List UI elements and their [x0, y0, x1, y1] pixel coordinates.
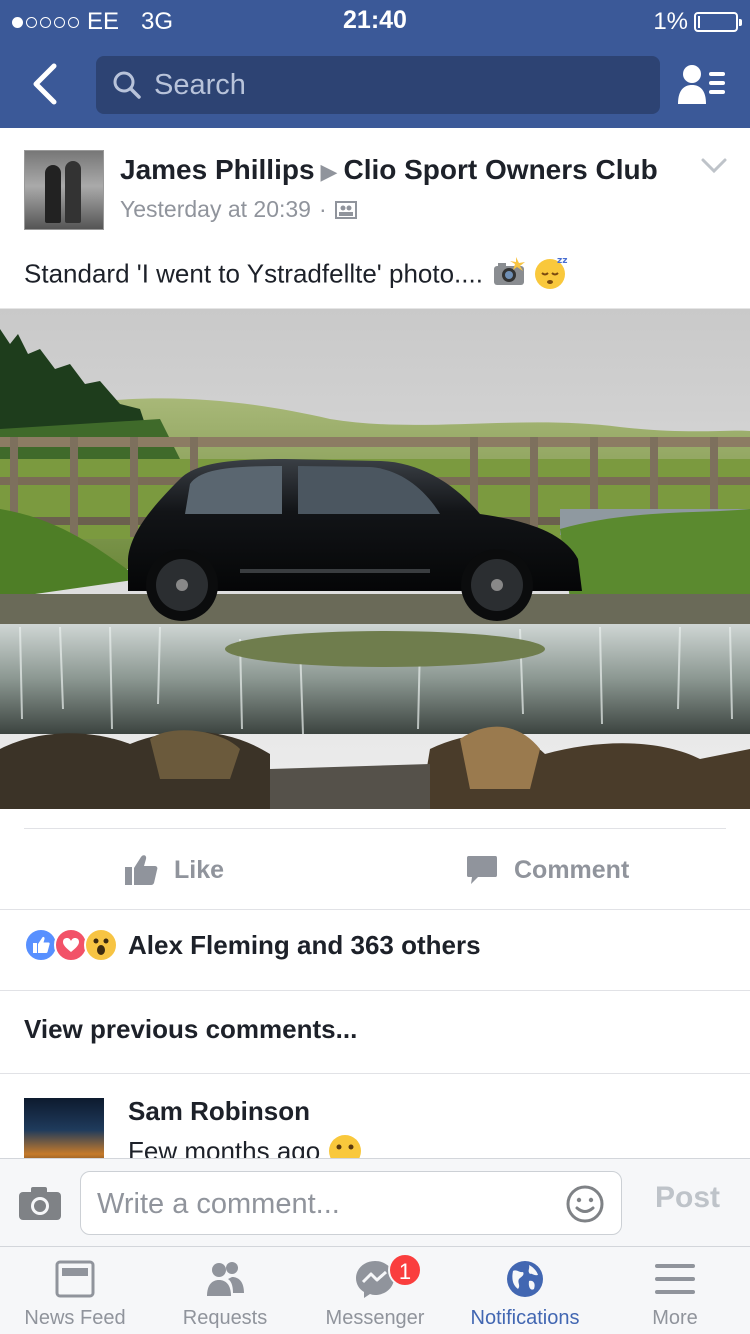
- like-label: Like: [174, 855, 225, 884]
- post-timestamp[interactable]: Yesterday at 20:39: [120, 196, 311, 223]
- search-bar[interactable]: [96, 56, 660, 114]
- sticker-button[interactable]: [565, 1184, 605, 1224]
- love-reaction-icon: [54, 928, 88, 962]
- car-at-waterfall-image: [0, 309, 750, 809]
- commenter-name[interactable]: Sam Robinson: [128, 1096, 310, 1127]
- friend-requests-icon: [678, 65, 725, 104]
- post-options-button[interactable]: [700, 156, 728, 176]
- top-bar: EE 3G 21:40 1%: [0, 0, 750, 128]
- reaction-names[interactable]: Alex Fleming and 363 others: [128, 930, 481, 961]
- tab-news-feed[interactable]: News Feed: [0, 1247, 150, 1334]
- author-avatar[interactable]: [24, 150, 104, 230]
- speech-bubble-icon: [467, 856, 497, 884]
- status-time: 21:40: [343, 6, 407, 34]
- post-header: James Phillips ▶ Clio Sport Owners Club Ye…: [0, 128, 750, 308]
- globe-icon: [507, 1261, 543, 1297]
- like-reaction-icon: [24, 928, 58, 962]
- sleeping-emoji-icon: zz: [533, 254, 569, 297]
- tab-bar: News Feed Requests 1 Messenger Notificat…: [0, 1246, 750, 1334]
- wow-reaction-icon: [84, 928, 118, 962]
- battery-indicator: 1%: [653, 8, 742, 36]
- friend-requests-button[interactable]: [676, 62, 728, 106]
- post-comment-button[interactable]: Post: [655, 1181, 720, 1215]
- divider: [24, 828, 726, 829]
- svg-text:zz: zz: [557, 256, 567, 266]
- reactions-summary[interactable]: Alex Fleming and 363 others: [24, 928, 481, 962]
- tab-requests[interactable]: Requests: [150, 1247, 300, 1334]
- comment-input[interactable]: [97, 1184, 557, 1224]
- camera-flash-emoji-icon: [492, 257, 526, 294]
- back-button[interactable]: [26, 62, 66, 106]
- like-button[interactable]: Like: [124, 840, 224, 900]
- news-feed-icon: [55, 1260, 95, 1298]
- divider: [0, 909, 750, 910]
- comment-button[interactable]: Comment: [466, 840, 629, 900]
- comment-composer: Post: [0, 1158, 750, 1246]
- thumbs-up-icon: [125, 855, 158, 885]
- search-icon: [113, 71, 141, 99]
- tab-notifications[interactable]: Notifications: [450, 1247, 600, 1334]
- messenger-badge: 1: [388, 1253, 422, 1287]
- battery-icon: [694, 12, 742, 32]
- requests-icon: [207, 1262, 244, 1296]
- search-input[interactable]: [154, 68, 614, 102]
- comment-item: Sam Robinson Few months ago: [0, 1090, 750, 1158]
- comment-text: Few months ago: [128, 1134, 362, 1158]
- post-meta: Yesterday at 20:39 ·: [120, 196, 357, 223]
- comment-input-box[interactable]: [80, 1171, 622, 1235]
- camera-icon: [19, 1187, 61, 1220]
- group-name[interactable]: Clio Sport Owners Club: [343, 154, 657, 185]
- triangle-right-icon: ▶: [320, 159, 338, 184]
- view-previous-comments-link[interactable]: View previous comments...: [24, 1014, 357, 1045]
- post-text: Standard 'I went to Ystradfellte' photo.…: [24, 254, 569, 297]
- chevron-down-icon: [701, 158, 727, 174]
- camera-button[interactable]: [18, 1185, 62, 1221]
- divider: [0, 990, 750, 991]
- post-author-line: James Phillips ▶ Clio Sport Owners Club: [120, 154, 658, 186]
- menu-icon: [655, 1264, 695, 1294]
- tab-more[interactable]: More: [600, 1247, 750, 1334]
- status-bar: EE 3G 21:40 1%: [0, 0, 750, 40]
- smiley-emoji-icon: [329, 1135, 362, 1158]
- commenter-avatar[interactable]: [24, 1098, 104, 1158]
- divider: [0, 1073, 750, 1074]
- smiley-icon: [566, 1185, 604, 1223]
- post-photo[interactable]: [0, 308, 750, 810]
- author-name[interactable]: James Phillips: [120, 154, 315, 185]
- group-audience-icon: [334, 200, 357, 219]
- chevron-left-icon: [33, 63, 57, 105]
- tab-messenger[interactable]: 1 Messenger: [300, 1247, 450, 1334]
- battery-percent: 1%: [653, 8, 688, 35]
- comment-label: Comment: [514, 855, 630, 884]
